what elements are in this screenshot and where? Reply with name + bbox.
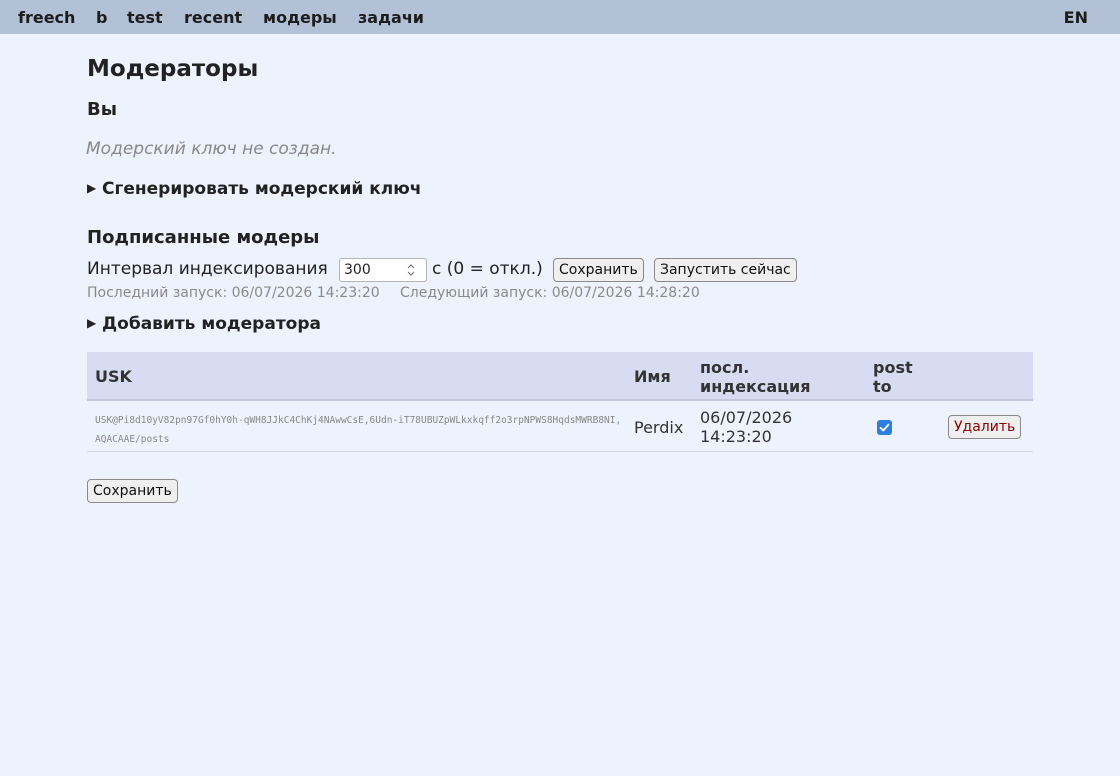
- column-header-last-index: посл. индексация: [700, 358, 811, 396]
- column-header-post-to-line1: post: [873, 358, 913, 377]
- generate-key-toggle[interactable]: ▶ Сгенерировать модерский ключ: [87, 179, 421, 199]
- column-header-post-to-line2: to: [873, 377, 892, 396]
- run-now-button[interactable]: Запустить сейчас: [654, 258, 797, 282]
- row-name: Perdix: [634, 418, 684, 437]
- interval-input[interactable]: 300: [339, 258, 427, 282]
- save-button[interactable]: Сохранить: [87, 479, 178, 503]
- table-row: USK@Pi8d10yV82pn97Gf0hY0h-qWH8JJkC4ChKj4…: [87, 402, 1033, 452]
- nav-link-tasks[interactable]: задачи: [358, 8, 424, 27]
- top-nav-bar: freech b test recent модеры задачи EN: [0, 0, 1120, 34]
- checkmark-icon: [879, 423, 890, 432]
- no-key-note: Модерский ключ не создан.: [86, 139, 337, 159]
- interval-value: 300: [344, 262, 371, 278]
- page-title: Модераторы: [87, 56, 259, 82]
- column-header-last-index-line2: индексация: [700, 377, 811, 396]
- you-heading: Вы: [87, 99, 117, 120]
- spinner-arrows-icon[interactable]: [406, 262, 416, 278]
- subscribed-moders-heading: Подписанные модеры: [87, 227, 320, 248]
- delete-moderator-button[interactable]: Удалить: [948, 415, 1022, 439]
- column-header-post-to: post to: [873, 358, 913, 396]
- nav-link-moders[interactable]: модеры: [263, 8, 337, 27]
- language-switch[interactable]: EN: [1064, 8, 1088, 27]
- column-header-usk: USK: [95, 367, 132, 386]
- nav-link-recent[interactable]: recent: [184, 8, 242, 27]
- table-header: USK Имя посл. индексация post to: [87, 352, 1033, 401]
- interval-unit: с (0 = откл.): [432, 259, 543, 279]
- column-header-name: Имя: [634, 367, 671, 386]
- interval-label: Интервал индексирования: [87, 259, 328, 279]
- disclosure-triangle-icon: ▶: [87, 181, 97, 195]
- column-header-last-index-line1: посл.: [700, 358, 750, 377]
- row-last-index-date: 06/07/2026: [700, 408, 793, 427]
- row-usk: USK@Pi8d10yV82pn97Gf0hY0h-qWH8JJkC4ChKj4…: [95, 415, 622, 445]
- save-interval-button[interactable]: Сохранить: [553, 258, 644, 282]
- row-last-index-time: 14:23:20: [700, 427, 772, 446]
- next-run-status: Следующий запуск: 06/07/2026 14:28:20: [400, 285, 700, 301]
- generate-key-label: Сгенерировать модерский ключ: [102, 179, 422, 199]
- add-moderator-label: Добавить модератора: [102, 314, 321, 334]
- nav-link-b[interactable]: b: [96, 8, 107, 27]
- nav-link-freech[interactable]: freech: [18, 8, 75, 27]
- row-last-index: 06/07/2026 14:23:20: [700, 408, 792, 446]
- disclosure-triangle-icon: ▶: [87, 316, 97, 330]
- last-run-status: Последний запуск: 06/07/2026 14:23:20: [87, 285, 380, 301]
- nav-link-test[interactable]: test: [127, 8, 163, 27]
- add-moderator-toggle[interactable]: ▶ Добавить модератора: [87, 314, 321, 334]
- post-to-checkbox[interactable]: [877, 420, 892, 435]
